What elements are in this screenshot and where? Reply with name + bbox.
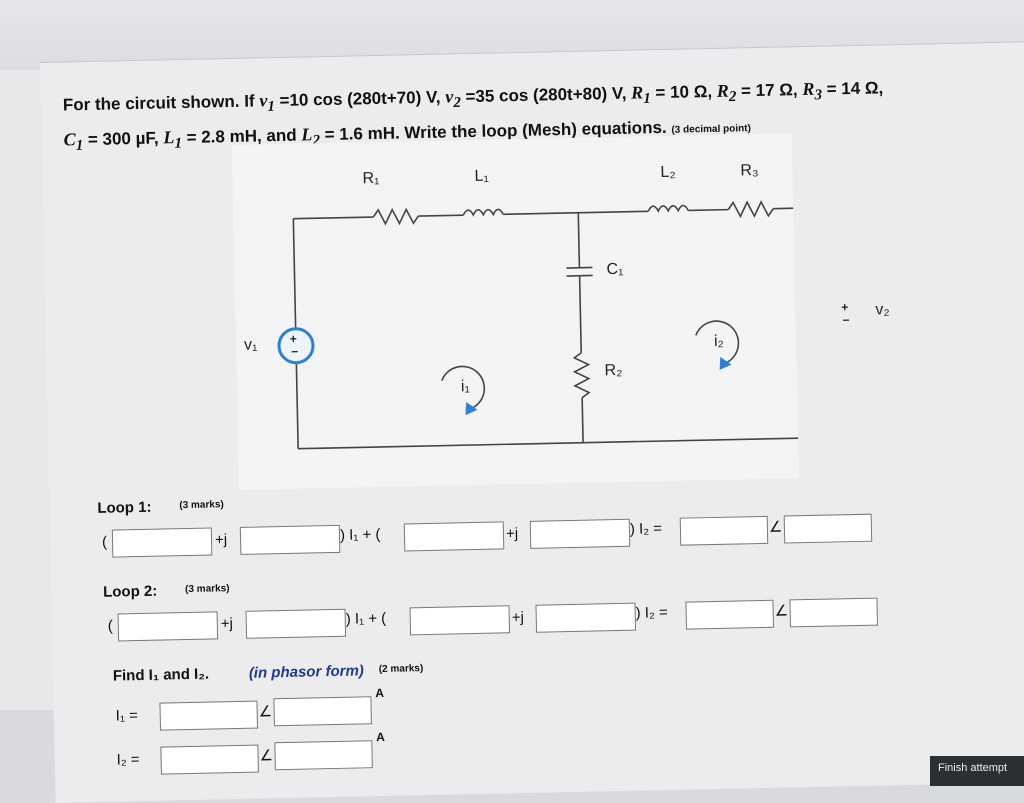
loop1-i2-imag-input[interactable] <box>529 518 631 549</box>
loop1-i2-real-input[interactable] <box>403 521 505 552</box>
question-card: For the circuit shown. If v1 =10 cos (28… <box>40 41 1024 803</box>
i1-magnitude-input[interactable] <box>159 700 259 731</box>
label-l2: L₂ <box>660 163 676 182</box>
label-r3: R₃ <box>740 161 759 180</box>
label-r1: R₁ <box>362 169 380 188</box>
loop2-title: Loop 2: <box>102 582 158 601</box>
circuit-svg <box>277 200 799 450</box>
loop2-rhs-mag-input[interactable] <box>685 599 775 630</box>
i1-angle-input[interactable] <box>273 696 372 727</box>
loop1-i1-imag-input[interactable] <box>239 524 341 555</box>
loop2-i1-imag-input[interactable] <box>245 608 347 639</box>
label-l1: L₁ <box>474 167 489 185</box>
loop2-i2-imag-input[interactable] <box>535 602 637 633</box>
r2-resistor <box>572 352 591 399</box>
i1-label: I₁ = <box>115 707 139 725</box>
i2-magnitude-input[interactable] <box>160 744 259 775</box>
l2-inductor <box>647 204 689 213</box>
label-v2: v₂ <box>875 301 890 319</box>
loop1-rhs-mag-input[interactable] <box>679 515 769 546</box>
find-marks: (2 marks) <box>378 663 424 676</box>
loop2-i1-real-input[interactable] <box>117 611 219 642</box>
label-c1: C₁ <box>606 260 624 279</box>
r1-resistor <box>372 207 419 226</box>
label-i2: i₂ <box>713 332 724 350</box>
i2-angle-input[interactable] <box>274 740 373 771</box>
l1-inductor <box>462 208 504 217</box>
loop2-rhs-angle-input[interactable] <box>789 597 878 628</box>
loop2-marks: (3 marks) <box>184 583 230 596</box>
circuit-diagram: R₁ L₁ L₂ R₃ C₁ R₂ v₁ v₂ i₁ i₂ + − + − <box>231 133 890 490</box>
label-r2: R₂ <box>604 361 623 380</box>
v2-minus: − <box>842 313 850 328</box>
loop1-rhs-angle-input[interactable] <box>783 513 873 544</box>
loop1-marks: (3 marks) <box>179 499 224 512</box>
loop1-title: Loop 1: <box>97 498 152 517</box>
loop1-i1-real-input[interactable] <box>111 527 213 558</box>
finish-attempt-button[interactable]: Finish attempt <box>930 756 1024 786</box>
r3-resistor <box>727 200 774 219</box>
phasor-note: (in phasor form) <box>248 662 364 682</box>
v2-symbol: v2 <box>445 86 462 111</box>
i2-label: I₂ = <box>116 751 140 769</box>
label-i1: i₁ <box>460 378 471 396</box>
v1-symbol: v1 <box>259 90 276 115</box>
label-v1: v₁ <box>243 336 258 354</box>
v1-minus: − <box>290 344 299 359</box>
loop2-i2-real-input[interactable] <box>409 605 511 636</box>
find-text: Find I₁ and I₂. <box>112 665 210 685</box>
